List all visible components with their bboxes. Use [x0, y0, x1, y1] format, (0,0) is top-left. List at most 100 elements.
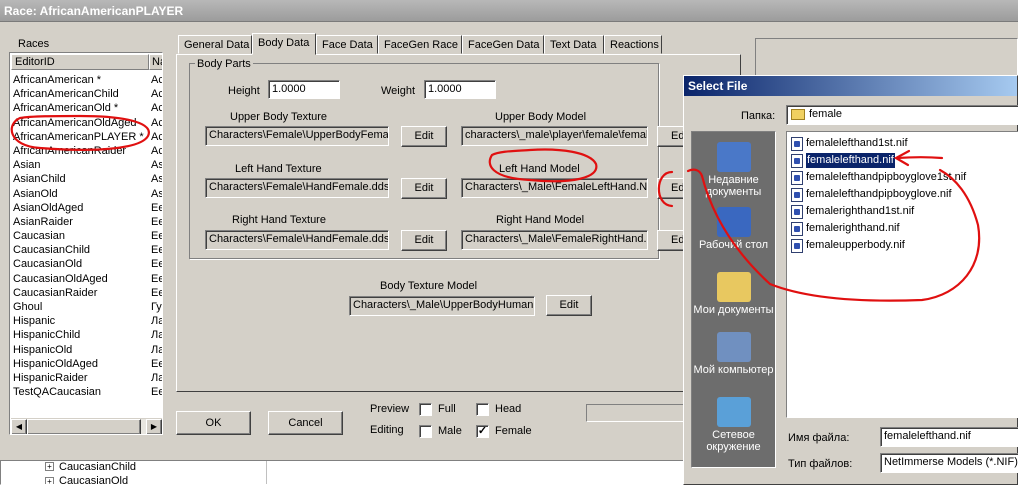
- race-row[interactable]: AfricanAmericanRaider Ac: [11, 144, 162, 158]
- tree-view[interactable]: + CaucasianChild + CaucasianOld: [0, 460, 690, 485]
- race-row[interactable]: Ghoul Гу: [11, 300, 162, 314]
- right-hand-model-field[interactable]: Characters\_Male\FemaleRightHand.: [461, 230, 648, 250]
- race-row[interactable]: AsianChild As: [11, 172, 162, 186]
- race-row[interactable]: AsianOldAged Ee: [11, 201, 162, 215]
- race-row[interactable]: AfricanAmericanChild Ac: [11, 87, 162, 101]
- left-hand-model-field[interactable]: Characters\_Male\FemaleLeftHand.NI: [461, 178, 648, 198]
- body-texture-model-field[interactable]: Characters\_Male\UpperBodyHuman: [349, 296, 535, 316]
- race-name: Гу: [151, 301, 162, 313]
- nif-file-icon: [791, 238, 803, 253]
- female-checkbox[interactable]: ✓: [476, 425, 489, 438]
- race-row[interactable]: Hispanic Ла: [11, 314, 162, 328]
- race-editorid: AfricanAmericanRaider: [13, 144, 127, 157]
- race-name: Ac: [151, 116, 163, 129]
- place-network[interactable]: Сетевое окружение: [692, 397, 775, 453]
- male-checkbox[interactable]: [419, 425, 432, 438]
- column-header-editorid[interactable]: EditorID: [11, 54, 149, 70]
- upper-body-model-label: Upper Body Model: [495, 111, 587, 123]
- file-item[interactable]: femalelefthand1st.nif: [789, 135, 1018, 152]
- tab-face-data[interactable]: Face Data: [316, 35, 378, 54]
- race-row[interactable]: AfricanAmericanOld * Ac: [11, 101, 162, 115]
- race-row[interactable]: HispanicRaider Ла: [11, 371, 162, 385]
- race-name: Ac: [151, 74, 163, 86]
- file-item[interactable]: femaleupperbody.nif: [789, 237, 1018, 254]
- races-list[interactable]: EditorID Na AfricanAmerican *AcAfricanAm…: [9, 52, 163, 435]
- race-row[interactable]: Asian As: [11, 158, 162, 172]
- place-my-documents[interactable]: Мои документы: [692, 272, 775, 316]
- race-editorid: HispanicRaider: [13, 371, 88, 384]
- upper-body-model-field[interactable]: characters\_male\player\female\femal: [461, 126, 648, 146]
- race-row[interactable]: CaucasianOldAged Ee: [11, 272, 162, 286]
- race-row[interactable]: HispanicOld Ла: [11, 343, 162, 357]
- race-row[interactable]: AsianRaider Ee: [11, 215, 162, 229]
- tree-expander[interactable]: +: [45, 477, 54, 484]
- weight-field[interactable]: 1.0000: [424, 80, 496, 99]
- race-editorid: AsianOldAged: [13, 201, 84, 214]
- race-row[interactable]: CaucasianChild Ee: [11, 243, 162, 257]
- race-row[interactable]: AfricanAmericanOldAged Ac: [11, 116, 163, 130]
- race-row[interactable]: AfricanAmerican * Ac: [11, 73, 163, 87]
- column-header-name[interactable]: Na: [149, 54, 162, 70]
- race-row[interactable]: AfricanAmericanPLAYER * Ac: [11, 130, 162, 144]
- race-editorid: AfricanAmericanPLAYER *: [13, 130, 144, 143]
- file-item[interactable]: femalelefthand.nif: [789, 152, 1018, 169]
- body-texture-model-edit-button[interactable]: Edit: [546, 295, 592, 316]
- tab-facegen-race[interactable]: FaceGen Race: [378, 35, 462, 54]
- left-hand-texture-label: Left Hand Texture: [235, 163, 322, 175]
- select-file-title: Select File: [684, 76, 1017, 96]
- folder-icon: [791, 109, 805, 120]
- race-name: Ла: [151, 315, 162, 328]
- scroll-left-button[interactable]: ◀: [11, 419, 27, 434]
- left-hand-texture-field[interactable]: Characters\Female\HandFemale.dds: [205, 178, 389, 198]
- race-row[interactable]: Caucasian Ee: [11, 229, 162, 243]
- left-hand-texture-edit-button[interactable]: Edit: [401, 178, 447, 199]
- tree-divider: [266, 461, 267, 484]
- file-name: femalelefthand1st.nif: [806, 137, 908, 149]
- height-field[interactable]: 1.0000: [268, 80, 340, 99]
- scroll-thumb[interactable]: [27, 419, 141, 434]
- race-name: Ee: [151, 215, 162, 228]
- race-row[interactable]: HispanicChild Ла: [11, 328, 162, 342]
- scroll-right-button[interactable]: ▶: [146, 419, 162, 434]
- right-hand-texture-field[interactable]: Characters\Female\HandFemale.dds: [205, 230, 389, 250]
- tree-expander[interactable]: +: [45, 462, 54, 471]
- race-row[interactable]: CaucasianOld Ee: [11, 257, 162, 271]
- file-item[interactable]: femalelefthandpipboyglove1st.nif: [789, 169, 1018, 186]
- horizontal-scrollbar[interactable]: ◀ ▶: [11, 418, 162, 434]
- male-label: Male: [438, 425, 462, 437]
- race-row[interactable]: TestQACaucasian Ее: [11, 385, 162, 399]
- tree-item-caucasianchild[interactable]: CaucasianChild: [59, 461, 136, 473]
- tab-body-data[interactable]: Body Data: [252, 33, 316, 55]
- race-row[interactable]: AsianOld As: [11, 187, 162, 201]
- upper-body-texture-field[interactable]: Characters\Female\UpperBodyFemal: [205, 126, 389, 146]
- filetype-select[interactable]: NetImmerse Models (*.NIF): [880, 453, 1018, 473]
- right-hand-texture-label: Right Hand Texture: [232, 214, 326, 226]
- file-item[interactable]: femalelefthandpipboyglove.nif: [789, 186, 1018, 203]
- cancel-button[interactable]: Cancel: [268, 411, 343, 435]
- filename-input[interactable]: femalelefthand.nif: [880, 427, 1018, 447]
- tab-general-data[interactable]: General Data: [178, 35, 252, 54]
- full-checkbox[interactable]: [419, 403, 432, 416]
- folder-dropdown[interactable]: female: [786, 105, 1018, 125]
- race-name: Ее: [151, 357, 162, 370]
- tab-facegen-data[interactable]: FaceGen Data: [462, 35, 544, 54]
- tab-text-data[interactable]: Text Data: [544, 35, 604, 54]
- place-my-computer[interactable]: Мой компьютер: [692, 332, 775, 376]
- right-hand-texture-edit-button[interactable]: Edit: [401, 230, 447, 251]
- tab-reactions[interactable]: Reactions: [604, 35, 662, 54]
- tree-item-caucasianold[interactable]: CaucasianOld: [59, 475, 128, 484]
- race-name: Ee: [151, 272, 162, 285]
- race-row[interactable]: HispanicOldAged Ее: [11, 357, 162, 371]
- head-checkbox[interactable]: [476, 403, 489, 416]
- place-desktop[interactable]: Рабочий стол: [692, 207, 775, 251]
- file-list[interactable]: femalelefthand1st.nif femalelefthand.nif f…: [786, 131, 1018, 418]
- file-item[interactable]: femalerighthand1st.nif: [789, 203, 1018, 220]
- race-editorid: AfricanAmerican *: [13, 74, 102, 86]
- file-item[interactable]: femalerighthand.nif: [789, 220, 1018, 237]
- ok-button[interactable]: OK: [176, 411, 251, 435]
- folder-label: Папка:: [741, 110, 776, 122]
- place-recent-documents[interactable]: Недавние документы: [692, 142, 775, 198]
- upper-body-texture-edit-button[interactable]: Edit: [401, 126, 447, 147]
- filename-label: Имя файла:: [788, 432, 850, 444]
- race-row[interactable]: CaucasianRaider Ee: [11, 286, 162, 300]
